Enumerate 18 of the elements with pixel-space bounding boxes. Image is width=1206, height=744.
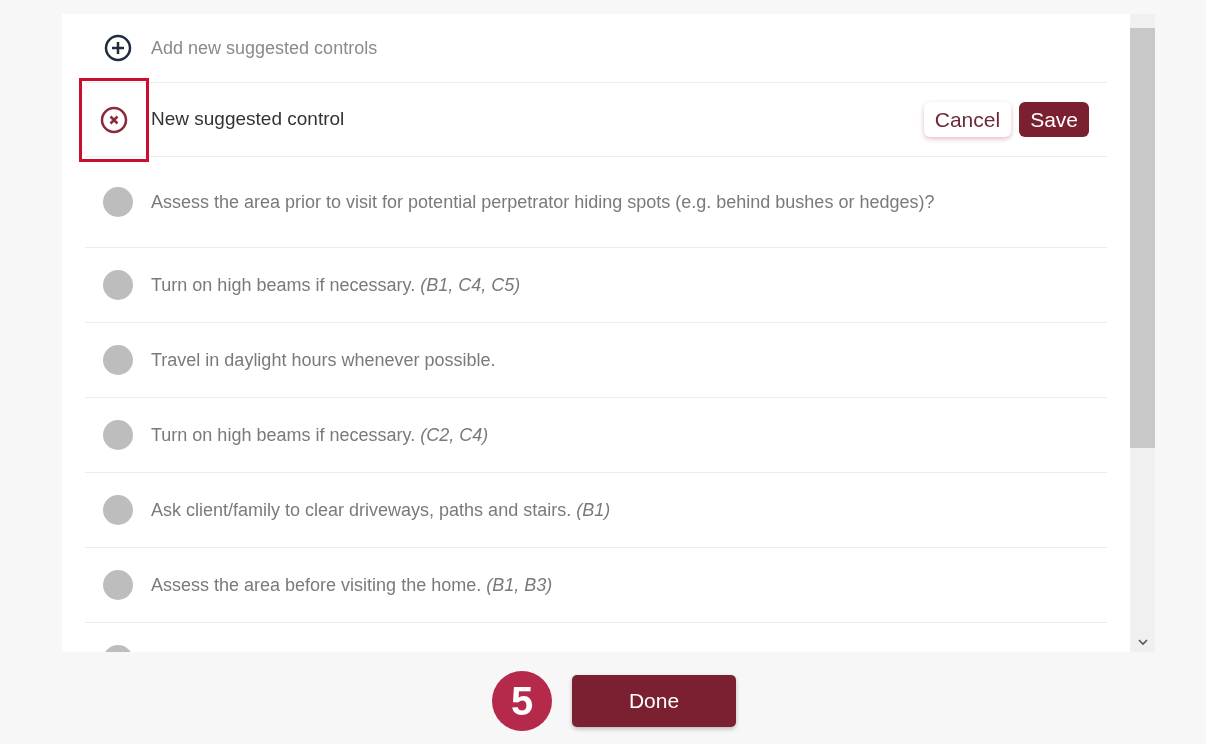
scrollbar-thumb[interactable] [1130, 28, 1155, 448]
control-input[interactable]: New suggested control [151, 105, 924, 134]
control-text: Travel in daylight hours whenever possible. [151, 348, 496, 372]
step-badge: 5 [492, 671, 552, 731]
control-text: Turn on high beams if necessary. (B1, C4, C5) [151, 273, 521, 297]
close-icon [100, 105, 128, 134]
add-control-link[interactable]: Add new suggested controls [151, 34, 378, 62]
done-button[interactable]: Done [572, 675, 736, 727]
cancel-entry-button[interactable] [79, 77, 149, 162]
save-button[interactable]: Save [1019, 102, 1089, 137]
control-text: Assess the area before visiting the home. (B1, B3) [151, 573, 553, 597]
control-text: Turn on high beams if necessary. (C2, C4) [151, 423, 489, 447]
control-text: Assess the area prior to visit for potential perpetrator hiding spots (e.g. behind bushes or hedges)? [151, 190, 935, 214]
scrollbar[interactable] [1130, 14, 1155, 652]
cancel-button[interactable]: Cancel [923, 102, 1012, 137]
control-text: Ask client/family to clear driveways, paths and stairs. (B1) [151, 498, 611, 522]
scroll-down-icon[interactable] [1137, 638, 1148, 646]
add-icon[interactable] [104, 34, 132, 62]
